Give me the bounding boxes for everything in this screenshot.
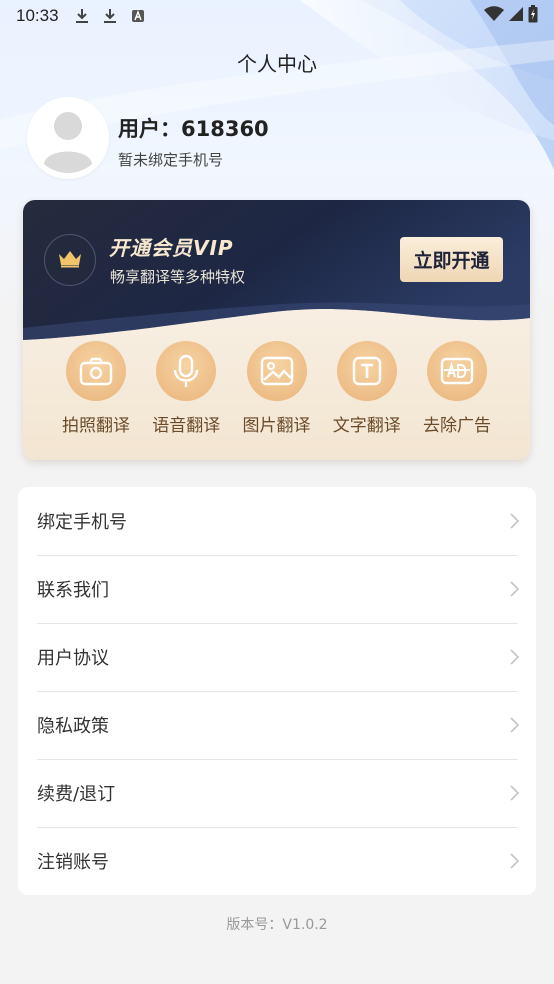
crown-icon [57, 248, 83, 272]
vip-card: 开通会员VIP 畅享翻译等多种特权 立即开通 拍照翻译 语音翻译 图片翻译 文字… [23, 200, 530, 460]
avatar[interactable] [27, 97, 109, 179]
menu-item-renew-unsubscribe[interactable]: 续费/退订 [18, 759, 536, 827]
feature-remove-ads[interactable]: 去除广告 [412, 340, 502, 450]
feature-voice-translate[interactable]: 语音翻译 [141, 340, 231, 450]
status-bar: 10:33 [0, 0, 554, 32]
download-icon [101, 7, 119, 25]
feature-image-translate[interactable]: 图片翻译 [232, 340, 322, 450]
vip-features: 拍照翻译 语音翻译 图片翻译 文字翻译 去除广告 [23, 340, 530, 450]
image-icon [246, 341, 307, 401]
a-text-icon [129, 7, 147, 25]
chevron-right-icon [508, 580, 520, 598]
status-right-icons [484, 5, 538, 27]
feature-label: 图片翻译 [242, 416, 311, 436]
signal-icon [508, 6, 524, 26]
app-version: 版本号：V1.0.2 [226, 917, 328, 933]
menu-item-label: 绑定手机号 [37, 512, 127, 533]
chevron-right-icon [508, 648, 520, 666]
chevron-right-icon [508, 784, 520, 802]
feature-label: 拍照翻译 [62, 416, 130, 436]
status-time: 10:33 [16, 6, 59, 25]
feature-label: 去除广告 [423, 416, 491, 436]
remove-ad-icon [427, 341, 487, 401]
open-vip-button[interactable]: 立即开通 [400, 237, 503, 282]
chevron-right-icon [508, 852, 520, 870]
default-avatar-icon [27, 95, 109, 181]
menu-item-delete-account[interactable]: 注销账号 [18, 827, 536, 895]
menu-item-contact-us[interactable]: 联系我们 [18, 555, 536, 623]
feature-label: 语音翻译 [152, 416, 221, 436]
menu-item-privacy-policy[interactable]: 隐私政策 [18, 691, 536, 759]
battery-charging-icon [528, 5, 538, 27]
chevron-right-icon [508, 512, 520, 530]
menu-item-user-agreement[interactable]: 用户协议 [18, 623, 536, 691]
menu-item-bind-phone[interactable]: 绑定手机号 [18, 487, 536, 555]
feature-text-translate[interactable]: 文字翻译 [322, 340, 412, 450]
menu-item-label: 续费/退订 [37, 784, 116, 805]
vip-subtitle: 畅享翻译等多种特权 [110, 268, 246, 286]
camera-icon [66, 341, 126, 401]
page-title: 个人中心 [237, 52, 317, 76]
phone-binding-status: 暂未绑定手机号 [118, 151, 224, 169]
settings-menu: 绑定手机号 联系我们 用户协议 隐私政策 续费/退订 注销账号 [18, 487, 536, 895]
microphone-icon [156, 341, 217, 401]
profile-screen: 10:33 个人中心 用户：618360 暂未绑定手机号 开通会员VIP 畅享翻… [0, 0, 554, 984]
menu-item-label: 联系我们 [37, 580, 109, 601]
wifi-icon [484, 6, 504, 26]
feature-photo-translate[interactable]: 拍照翻译 [51, 340, 141, 450]
username: 用户：618360 [118, 117, 269, 141]
menu-item-label: 用户协议 [37, 648, 109, 669]
feature-label: 文字翻译 [332, 416, 401, 436]
menu-item-label: 注销账号 [37, 852, 109, 873]
download-icon [73, 7, 91, 25]
crown-icon-badge [44, 234, 96, 286]
vip-title: 开通会员VIP [109, 236, 234, 260]
menu-item-label: 隐私政策 [37, 716, 109, 737]
text-icon [336, 341, 397, 401]
chevron-right-icon [508, 716, 520, 734]
